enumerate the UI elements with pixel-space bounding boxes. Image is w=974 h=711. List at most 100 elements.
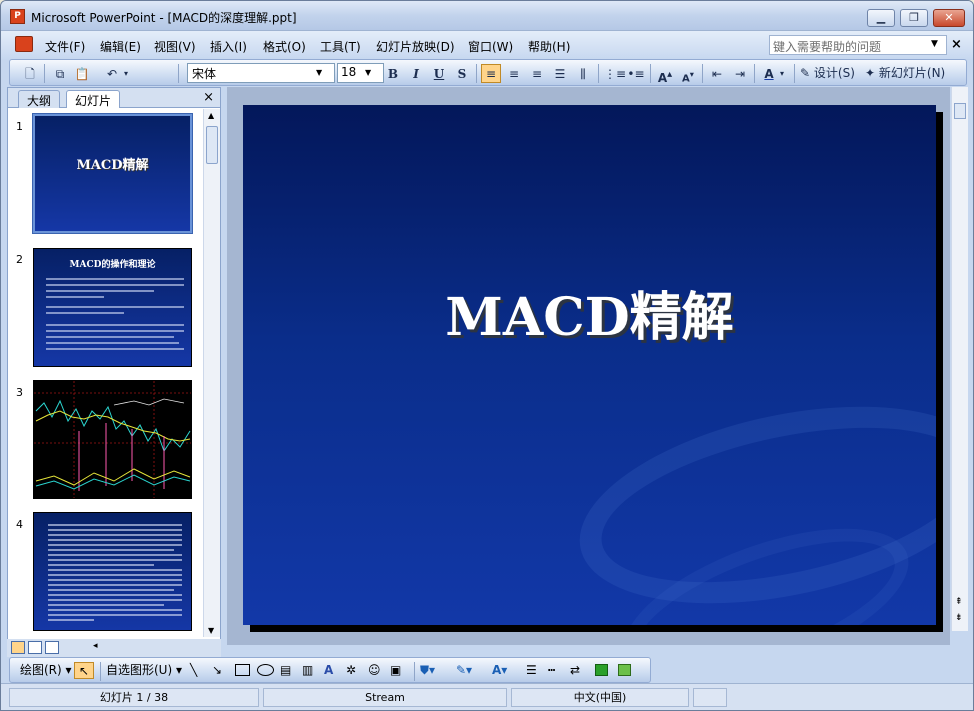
- toolbar-separator: [650, 64, 651, 83]
- font-color-draw-icon[interactable]: A▾: [492, 662, 507, 679]
- line-style-icon[interactable]: ☰: [526, 662, 537, 679]
- menu-edit[interactable]: 编辑(E): [100, 38, 141, 55]
- help-search-input[interactable]: 键入需要帮助的问题: [769, 35, 947, 55]
- rectangle-tool-icon[interactable]: [235, 664, 250, 676]
- size-dropdown-icon[interactable]: ▼: [365, 68, 371, 77]
- grow-font-icon[interactable]: A▴: [655, 64, 675, 85]
- menu-window[interactable]: 窗口(W): [468, 38, 513, 55]
- italic-button[interactable]: I: [406, 64, 426, 83]
- new-slide-label: 新幻灯片(N): [878, 66, 946, 80]
- menu-format[interactable]: 格式(O): [263, 38, 306, 55]
- main-horizontal-scrollbar[interactable]: [227, 645, 950, 657]
- normal-view-icon[interactable]: [11, 641, 25, 654]
- menu-tools[interactable]: 工具(T): [320, 38, 361, 55]
- font-color-dropdown-icon[interactable]: ▾: [780, 64, 784, 83]
- 3d-style-icon[interactable]: [618, 664, 631, 676]
- design-label: 设计(S): [813, 66, 855, 80]
- toolbar-separator: [100, 662, 101, 681]
- design-button[interactable]: ✎ 设计(S): [800, 64, 860, 83]
- select-pointer-icon[interactable]: ↖: [74, 662, 94, 679]
- shrink-font-icon[interactable]: A▾: [678, 64, 698, 84]
- line-tool-icon[interactable]: ╲: [190, 662, 197, 679]
- scrollbar-thumb[interactable]: [206, 126, 218, 164]
- menu-help[interactable]: 帮助(H): [528, 38, 570, 55]
- align-center-icon[interactable]: ≡: [504, 64, 524, 83]
- new-slide-icon: ✦: [865, 66, 876, 80]
- powerpoint-window: P Microsoft PowerPoint - [MACD的深度理解.ppt]…: [0, 0, 974, 711]
- scroll-left-icon[interactable]: ◂: [93, 641, 98, 651]
- design-icon: ✎: [800, 66, 811, 80]
- arrow-style-icon[interactable]: ⇄: [570, 662, 580, 679]
- main-vertical-scrollbar[interactable]: ⇞ ⇟: [951, 87, 968, 631]
- slide-thumbnail-2[interactable]: MACD的操作和理论: [33, 248, 192, 367]
- picture-icon[interactable]: ▣: [390, 662, 401, 679]
- tab-slides[interactable]: 幻灯片: [66, 90, 121, 108]
- restore-icon: ❐: [909, 11, 919, 24]
- menu-view[interactable]: 视图(V): [154, 38, 196, 55]
- columns-icon[interactable]: ⫼: [573, 64, 593, 83]
- font-name-select[interactable]: 宋体: [187, 63, 335, 83]
- justify-icon[interactable]: ☰: [550, 64, 570, 83]
- pane-close-button[interactable]: ×: [203, 90, 214, 105]
- minimize-button[interactable]: ▁: [867, 9, 895, 27]
- increase-indent-icon[interactable]: ⇥: [730, 64, 750, 83]
- slideshow-view-icon[interactable]: [45, 641, 59, 654]
- document-icon[interactable]: [15, 36, 33, 52]
- slide-thumbnail-1[interactable]: MACD精解: [32, 113, 193, 234]
- dash-style-icon[interactable]: ┅: [548, 662, 555, 679]
- slide-sorter-view-icon[interactable]: [28, 641, 42, 654]
- help-dropdown-icon[interactable]: ▼: [931, 39, 938, 49]
- current-slide[interactable]: MACD精解: [243, 105, 936, 625]
- close-button[interactable]: ✕: [933, 9, 965, 27]
- undo-icon[interactable]: ↶: [102, 64, 122, 83]
- slide-title[interactable]: MACD精解: [243, 275, 936, 350]
- wordart-icon[interactable]: A: [324, 662, 333, 679]
- document-close-button[interactable]: ×: [951, 37, 962, 52]
- slide-thumbnail-3[interactable]: [33, 380, 192, 499]
- powerpoint-icon[interactable]: P: [10, 9, 25, 24]
- tab-outline[interactable]: 大纲: [18, 90, 61, 108]
- next-slide-icon[interactable]: ⇟: [955, 613, 963, 623]
- bold-button[interactable]: B: [383, 64, 403, 83]
- vertical-textbox-icon[interactable]: ▥: [302, 662, 313, 679]
- menu-insert[interactable]: 插入(I): [210, 38, 247, 55]
- scrollbar-thumb[interactable]: [954, 103, 966, 119]
- underline-button[interactable]: U: [429, 64, 449, 83]
- autoshape-menu-button[interactable]: 自选图形(U) ▾: [106, 662, 182, 679]
- draw-menu-label: 绘图(R): [20, 663, 62, 677]
- font-color-button[interactable]: A: [759, 64, 779, 83]
- align-left-icon[interactable]: ≡: [481, 64, 501, 83]
- paste-icon[interactable]: 📋: [72, 64, 92, 83]
- slide-thumbnail-4[interactable]: [33, 512, 192, 631]
- font-dropdown-icon[interactable]: ▼: [316, 68, 322, 77]
- thumb-stock-chart: [34, 381, 191, 498]
- diagram-icon[interactable]: ✲: [346, 662, 356, 679]
- slide-editing-area: MACD精解: [227, 87, 950, 645]
- numbering-icon[interactable]: ⋮≡: [603, 64, 626, 83]
- clipart-icon[interactable]: ☺: [368, 662, 381, 679]
- menu-file[interactable]: 文件(F): [45, 38, 85, 55]
- arrow-tool-icon[interactable]: ↘: [212, 662, 222, 679]
- window-title: Microsoft PowerPoint - [MACD的深度理解.ppt]: [31, 11, 297, 25]
- fill-color-icon[interactable]: ⛊▾: [420, 662, 435, 679]
- previous-slide-icon[interactable]: ⇞: [955, 597, 963, 607]
- oval-tool-icon[interactable]: [257, 664, 274, 676]
- textbox-tool-icon[interactable]: ▤: [280, 662, 291, 679]
- line-color-icon[interactable]: ✎▾: [456, 662, 472, 679]
- copy-icon[interactable]: ⧉: [50, 64, 70, 83]
- new-document-icon[interactable]: 🗋: [20, 64, 40, 83]
- menu-slideshow[interactable]: 幻灯片放映(D): [376, 38, 455, 55]
- slides-pane-scrollbar[interactable]: ▲ ▼: [203, 109, 220, 637]
- scroll-up-icon[interactable]: ▲: [208, 111, 214, 120]
- decrease-indent-icon[interactable]: ⇤: [707, 64, 727, 83]
- new-slide-button[interactable]: ✦ 新幻灯片(N): [865, 64, 953, 83]
- scroll-down-icon[interactable]: ▼: [208, 626, 214, 635]
- draw-menu-button[interactable]: 绘图(R) ▾: [20, 662, 72, 679]
- bullets-icon[interactable]: •≡: [626, 64, 646, 83]
- align-right-icon[interactable]: ≡: [527, 64, 547, 83]
- shadow-style-icon[interactable]: [595, 664, 608, 676]
- shadow-button[interactable]: S: [452, 64, 472, 83]
- restore-button[interactable]: ❐: [900, 9, 928, 27]
- font-size-select[interactable]: 18: [337, 63, 384, 83]
- undo-dropdown-icon[interactable]: ▾: [124, 64, 128, 83]
